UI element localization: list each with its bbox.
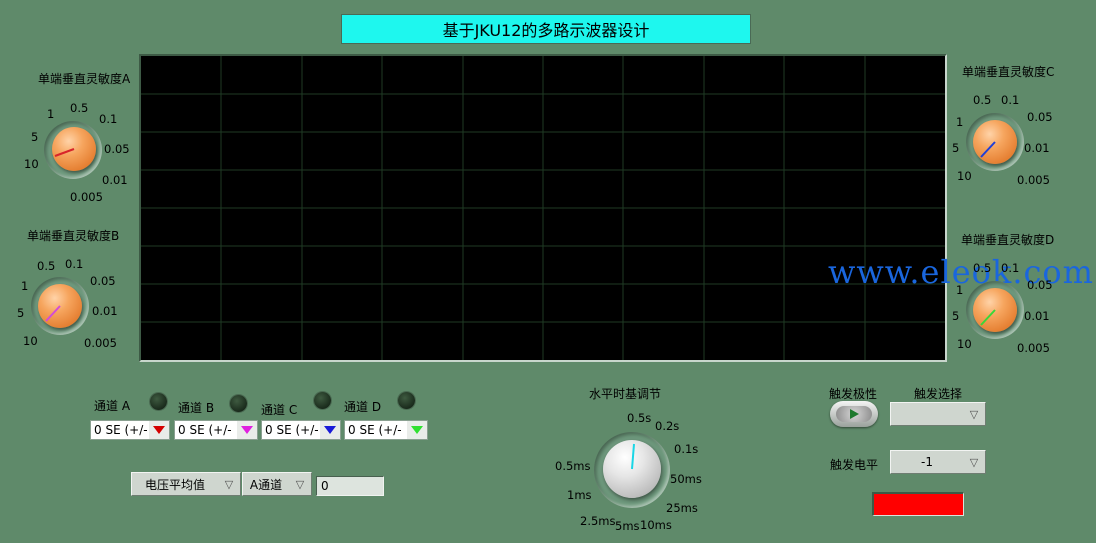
timebase-tick: 2.5ms bbox=[580, 514, 616, 528]
play-icon bbox=[836, 406, 872, 422]
knob-a-tick: 10 bbox=[24, 157, 39, 171]
timebase-tick: 0.2s bbox=[655, 419, 680, 433]
knob-c-needle bbox=[980, 141, 996, 158]
vertical-sensitivity-b-knob[interactable] bbox=[38, 284, 82, 328]
dropdown-arrow-icon[interactable] bbox=[320, 421, 340, 439]
channel-d-select[interactable]: 0 SE (+/- bbox=[344, 420, 428, 440]
knob-c-tick: 10 bbox=[957, 169, 972, 183]
knob-b-tick: 5 bbox=[17, 306, 25, 320]
page-title: 基于JKU12的多路示波器设计 bbox=[341, 14, 751, 44]
knob-d-tick: 0.005 bbox=[1017, 341, 1050, 355]
knob-a-tick: 0.01 bbox=[102, 173, 128, 187]
channel-d-led bbox=[398, 392, 415, 409]
knob-c-tick: 0.5 bbox=[973, 93, 992, 107]
channel-b-label: 通道 B bbox=[178, 401, 215, 415]
chevron-down-icon: ▽ bbox=[295, 477, 305, 491]
timebase-knob[interactable] bbox=[603, 440, 661, 498]
knob-c-tick: 0.05 bbox=[1027, 110, 1053, 124]
knob-b-tick: 0.5 bbox=[37, 259, 56, 273]
channel-a-led bbox=[150, 393, 167, 410]
channel-c-led bbox=[314, 392, 331, 409]
knob-d-needle bbox=[980, 309, 996, 326]
timebase-tick: 50ms bbox=[670, 472, 702, 486]
vertical-sensitivity-a-knob[interactable] bbox=[52, 127, 96, 171]
knob-d-tick: 10 bbox=[957, 337, 972, 351]
knob-d-tick: 0.01 bbox=[1024, 309, 1050, 323]
graph-grid bbox=[141, 56, 945, 360]
knob-a-tick: 0.5 bbox=[70, 101, 89, 115]
timebase-tick: 1ms bbox=[567, 488, 592, 502]
channel-c-value: 0 SE (+/- bbox=[265, 423, 319, 437]
measure-mode-value: 电压平均值 bbox=[144, 477, 205, 492]
knob-c-tick: 0.005 bbox=[1017, 173, 1050, 187]
channel-c-select[interactable]: 0 SE (+/- bbox=[261, 420, 341, 440]
trigger-select-ring[interactable]: ▽ bbox=[890, 402, 986, 426]
timebase-tick: 0.5s bbox=[627, 411, 652, 425]
timebase-tick: 10ms bbox=[640, 518, 672, 532]
channel-b-select[interactable]: 0 SE (+/- bbox=[174, 420, 258, 440]
channel-b-value: 0 SE (+/- bbox=[178, 423, 232, 437]
dropdown-arrow-icon[interactable] bbox=[237, 421, 257, 439]
timebase-tick: 0.5ms bbox=[555, 459, 591, 473]
knob-b-needle bbox=[45, 305, 61, 322]
knob-a-label: 单端垂直灵敏度A bbox=[38, 72, 131, 86]
timebase-label: 水平时基调节 bbox=[589, 387, 662, 401]
knob-d-tick: 5 bbox=[952, 309, 960, 323]
dropdown-arrow-icon[interactable] bbox=[407, 421, 427, 439]
trigger-level-value: -1 bbox=[921, 455, 933, 469]
timebase-tick: 25ms bbox=[666, 501, 698, 515]
vertical-sensitivity-c-knob[interactable] bbox=[973, 120, 1017, 164]
channel-d-value: 0 SE (+/- bbox=[348, 423, 402, 437]
knob-b-tick: 1 bbox=[21, 279, 29, 293]
trigger-indicator bbox=[872, 492, 964, 516]
channel-a-select[interactable]: 0 SE (+/- bbox=[90, 420, 170, 440]
measure-channel-ring[interactable]: A通道 ▽ bbox=[242, 472, 312, 496]
knob-b-label: 单端垂直灵敏度B bbox=[27, 229, 120, 243]
knob-d-label: 单端垂直灵敏度D bbox=[961, 233, 1055, 247]
knob-a-tick: 0.05 bbox=[104, 142, 130, 156]
timebase-tick: 5ms bbox=[615, 519, 640, 533]
trigger-level-label: 触发电平 bbox=[830, 458, 879, 472]
knob-b-tick: 0.1 bbox=[65, 257, 84, 271]
knob-d-tick: 0.5 bbox=[973, 261, 992, 275]
measure-mode-ring[interactable]: 电压平均值 ▽ bbox=[131, 472, 241, 496]
knob-d-tick: 0.1 bbox=[1001, 261, 1020, 275]
knob-b-tick: 0.005 bbox=[84, 336, 117, 350]
knob-d-tick: 0.05 bbox=[1027, 278, 1053, 292]
dropdown-arrow-icon[interactable] bbox=[149, 421, 169, 439]
timebase-needle bbox=[631, 443, 635, 470]
channel-b-led bbox=[230, 395, 247, 412]
channel-c-label: 通道 C bbox=[261, 403, 298, 417]
knob-c-tick: 5 bbox=[952, 141, 960, 155]
knob-a-tick: 5 bbox=[31, 130, 39, 144]
timebase-tick: 0.1s bbox=[674, 442, 699, 456]
trigger-polarity-label: 触发极性 bbox=[829, 387, 878, 401]
knob-b-tick: 0.01 bbox=[92, 304, 118, 318]
measure-value-indicator: 0 bbox=[316, 476, 384, 496]
knob-c-tick: 1 bbox=[956, 115, 964, 129]
chevron-down-icon: ▽ bbox=[969, 407, 979, 421]
trigger-level-ring[interactable]: -1 ▽ bbox=[890, 450, 986, 474]
knob-c-tick: 0.1 bbox=[1001, 93, 1020, 107]
channel-d-label: 通道 D bbox=[344, 400, 382, 414]
channel-a-value: 0 SE (+/- bbox=[94, 423, 148, 437]
knob-d-tick: 1 bbox=[956, 283, 964, 297]
knob-b-tick: 0.05 bbox=[90, 274, 116, 288]
chevron-down-icon: ▽ bbox=[224, 477, 234, 491]
vertical-sensitivity-d-knob[interactable] bbox=[973, 288, 1017, 332]
knob-a-tick: 1 bbox=[47, 107, 55, 121]
waveform-graph[interactable] bbox=[139, 54, 947, 362]
knob-c-tick: 0.01 bbox=[1024, 141, 1050, 155]
knob-c-label: 单端垂直灵敏度C bbox=[962, 65, 1055, 79]
trigger-polarity-toggle[interactable] bbox=[830, 401, 878, 427]
chevron-down-icon: ▽ bbox=[969, 455, 979, 469]
knob-a-tick: 0.005 bbox=[70, 190, 103, 204]
knob-b-tick: 10 bbox=[23, 334, 38, 348]
channel-a-label: 通道 A bbox=[94, 399, 131, 413]
knob-a-tick: 0.1 bbox=[99, 112, 118, 126]
measure-channel-value: A通道 bbox=[249, 477, 283, 492]
knob-a-needle bbox=[54, 148, 75, 157]
trigger-select-label: 触发选择 bbox=[914, 387, 963, 401]
